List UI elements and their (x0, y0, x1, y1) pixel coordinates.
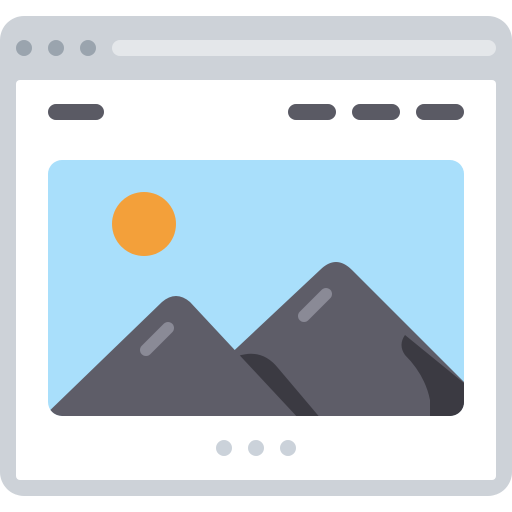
window-dot-3 (80, 40, 96, 56)
menu-pill-3 (416, 104, 464, 120)
sun-icon (112, 192, 176, 256)
address-bar (112, 40, 496, 56)
pager-dot-1 (216, 440, 232, 456)
window-dot-1 (16, 40, 32, 56)
window-dot-2 (48, 40, 64, 56)
pager-dot-2 (248, 440, 264, 456)
image-slide (48, 160, 464, 416)
menu-pill-2 (352, 104, 400, 120)
browser-window-svg (0, 16, 512, 496)
menu-pill-1 (288, 104, 336, 120)
browser-window-icon (0, 0, 512, 512)
pager-dot-3 (280, 440, 296, 456)
logo-pill (48, 104, 104, 120)
